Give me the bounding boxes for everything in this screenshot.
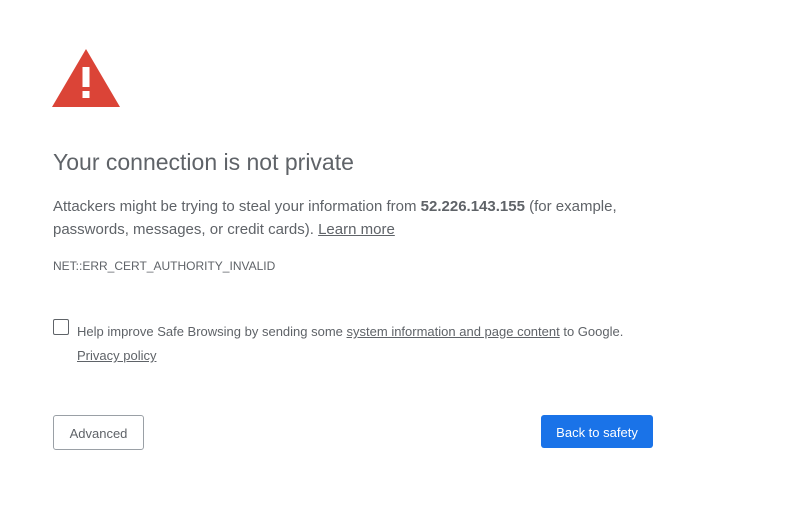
optin-prefix: Help improve Safe Browsing by sending so… [77,324,347,339]
optin-suffix: to Google. [559,324,624,339]
warning-triangle-icon [52,49,120,107]
advanced-button[interactable]: Advanced [53,415,144,450]
page-title: Your connection is not private [53,149,354,175]
learn-more-link[interactable]: Learn more [318,221,395,238]
safe-browsing-checkbox[interactable] [53,319,69,335]
privacy-policy-link[interactable]: Privacy policy [77,348,156,363]
host-name: 52.226.143.155 [420,198,525,215]
error-code: NET::ERR_CERT_AUTHORITY_INVALID [53,259,276,273]
main-message: Attackers might be trying to steal your … [53,195,653,241]
back-to-safety-button[interactable]: Back to safety [541,415,653,448]
optin-text: Help improve Safe Browsing by sending so… [77,320,667,368]
system-information-link[interactable]: system information and page content [347,324,560,339]
message-prefix: Attackers might be trying to steal your … [53,198,421,215]
